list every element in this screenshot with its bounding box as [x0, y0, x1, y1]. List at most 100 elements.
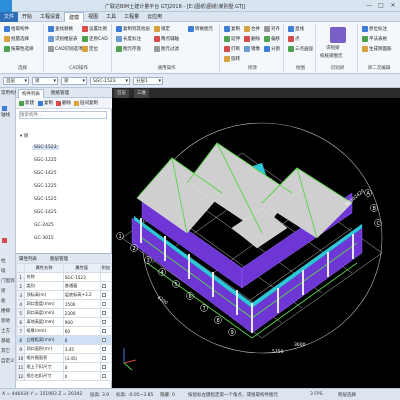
tab-floor-view[interactable]: 首层	[114, 89, 129, 98]
layer-select[interactable]: 分层1	[133, 77, 163, 85]
check-beam-button[interactable]: 校核梁图元	[320, 53, 343, 59]
checkbox[interactable]	[101, 283, 106, 288]
property-value[interactable]: 0	[62, 371, 101, 381]
type-select[interactable]: 梁	[61, 77, 87, 85]
list-item[interactable]: SGC-1225	[34, 184, 57, 189]
line-button[interactable]: 直线	[288, 26, 304, 32]
property-value[interactable]: 1500	[62, 299, 101, 309]
nav-item-custom[interactable]: 自定义	[1, 358, 15, 364]
nav-item-stairs[interactable]: 楼梯	[1, 308, 10, 314]
find-replace-button[interactable]: 查找替换	[48, 26, 73, 32]
tab-cloud[interactable]: 云应用	[143, 12, 166, 22]
table-row[interactable]: 3 顶标高(m) 层底标高+3.2	[15, 290, 113, 300]
delete-button[interactable]: 删除	[244, 36, 260, 42]
checkbox[interactable]	[101, 364, 106, 369]
checkbox[interactable]	[101, 319, 106, 324]
recognize-floor-table-button[interactable]: 识别楼层表	[48, 36, 78, 42]
break-button[interactable]: 打断	[224, 46, 240, 52]
nav-item-wall[interactable]: 墙	[1, 268, 6, 274]
copy-component-button[interactable]: 复制	[38, 100, 53, 106]
recognize-beam-button[interactable]: 识别梁	[326, 45, 340, 51]
cad-options-button[interactable]: CAD识别选项	[48, 46, 83, 52]
three-point-arc-button[interactable]: 三点画弧	[288, 46, 313, 52]
checkbox[interactable]	[101, 328, 106, 333]
split-button[interactable]: 分割	[264, 46, 280, 52]
property-value[interactable]: 层底标高+3.2	[62, 290, 101, 300]
property-value[interactable]: 900	[62, 317, 101, 327]
in-place-annotation-button[interactable]: 原位标注	[362, 26, 387, 32]
property-value[interactable]: 2300	[62, 308, 101, 318]
tab-start[interactable]: 开始	[18, 12, 36, 22]
batch-select-button[interactable]: 批量选择	[4, 36, 29, 42]
set-scale-button[interactable]: 设置比例	[82, 26, 107, 32]
table-row[interactable]: 9 洞口面积(m²) 3.45	[15, 344, 113, 354]
table-row[interactable]: 2 类别 普通窗	[15, 281, 113, 291]
list-item[interactable]: SGC-1523	[32, 145, 59, 150]
list-item[interactable]: GC-2425	[34, 223, 54, 228]
checkbox[interactable]	[101, 373, 106, 378]
element-save-button[interactable]: 图元存盘	[116, 46, 141, 52]
checkbox[interactable]	[101, 337, 106, 342]
axis-gizmo[interactable]	[123, 348, 137, 371]
table-row[interactable]: 10 框外围面积 (3.45)	[15, 353, 113, 363]
table-row[interactable]: 6 离地高度(mm) 900	[15, 317, 113, 327]
tab-tools[interactable]: 工具	[102, 12, 120, 22]
tab-drawing-management[interactable]: 图纸管理	[48, 89, 72, 98]
element-filter-button[interactable]: 图元过滤	[154, 46, 179, 52]
align-button[interactable]: 对齐	[264, 26, 280, 32]
app-logo-icon[interactable]	[0, 0, 12, 12]
table-row[interactable]: 4 洞口宽度(mm) 1500	[15, 299, 113, 309]
table-row[interactable]: 5 洞口高度(mm) 2300	[15, 308, 113, 318]
copy-to-other-floor-button[interactable]: 复制到其他层	[116, 26, 150, 32]
table-row[interactable]: 7 框厚(mm) 60	[15, 326, 113, 336]
checkbox[interactable]	[101, 310, 106, 315]
two-point-axis-button[interactable]: 两点辅轴	[154, 36, 179, 42]
checkbox[interactable]	[101, 346, 106, 351]
property-value[interactable]: 0	[62, 362, 101, 372]
table-row[interactable]: 8 立樘距离(mm) 0	[15, 335, 113, 345]
table-row[interactable]: 11 框上下扣尺寸 0	[15, 362, 113, 372]
property-value[interactable]: 3.45	[62, 344, 101, 354]
tab-project-settings[interactable]: 工程设置	[36, 12, 64, 22]
locate-button[interactable]: 定位	[82, 46, 98, 52]
property-value[interactable]: (3.45)	[62, 353, 101, 363]
nav-item-other[interactable]: 其它	[1, 348, 10, 354]
merge-button[interactable]: 合并	[244, 26, 260, 32]
floor-select[interactable]: 首层	[3, 77, 29, 85]
property-value[interactable]: 0	[62, 335, 101, 345]
lock-button[interactable]: 锁定	[154, 26, 170, 32]
tab-quantities[interactable]: 工程量	[120, 12, 143, 22]
length-dimension-button[interactable]: 长度标注	[116, 36, 141, 42]
nav-item-column[interactable]: 柱	[1, 258, 6, 264]
tab-component-list[interactable]: 构件列表	[18, 89, 44, 98]
nav-item-axis[interactable]: 轴线	[1, 112, 10, 118]
property-value[interactable]: 60	[62, 326, 101, 336]
nav-item-door-window[interactable]: 门窗洞	[1, 278, 15, 284]
point-button[interactable]: 点	[288, 36, 300, 42]
convert-element-button[interactable]: 转换图元	[188, 26, 213, 32]
nav-item-foundation[interactable]: 基础	[1, 338, 10, 344]
restore-cad-button[interactable]: 还原CAD	[82, 36, 108, 42]
checkbox[interactable]	[101, 301, 106, 306]
cross-floor-select-toggle[interactable]: 跨层选择	[338, 392, 356, 398]
select-by-property-button[interactable]: 按属性选择	[4, 46, 34, 52]
extend-button[interactable]: 延伸	[224, 36, 240, 42]
3d-viewport[interactable]: 首层 三维 1 2 3 4 5 6 7 8 9 A B C 42002420 5…	[112, 88, 400, 388]
tab-property-list[interactable]: 属性列表	[19, 256, 37, 262]
list-item[interactable]: SGC-1525	[34, 197, 57, 202]
list-item[interactable]: SGC-1425	[34, 210, 57, 215]
checkbox[interactable]	[101, 355, 106, 360]
cross-floor-copy-button[interactable]: 层间复制	[74, 100, 98, 106]
property-value[interactable]: 普通窗	[62, 281, 101, 291]
search-input[interactable]	[19, 111, 107, 119]
rotate-button[interactable]: 旋转	[224, 56, 240, 62]
building-3d-model[interactable]: 1 2 3 4 5 6 7 8 9 A B C 42002420 5750 36…	[112, 98, 400, 388]
flat-table-button[interactable]: 平法表格	[362, 36, 387, 42]
offset-button[interactable]: 偏移	[264, 36, 280, 42]
nav-item-decoration[interactable]: 装修	[1, 318, 10, 324]
minimize-button[interactable]: —	[364, 2, 374, 10]
tab-view[interactable]: 视图	[84, 12, 102, 22]
table-row[interactable]: 12 框左右扣尺寸 0	[15, 371, 113, 381]
category-select[interactable]: 梁	[32, 77, 58, 85]
list-item[interactable]: SGC-1225	[34, 158, 57, 163]
